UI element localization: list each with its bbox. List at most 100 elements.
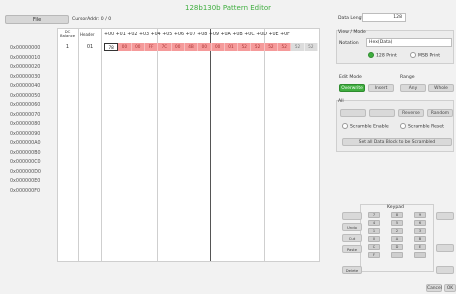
row-header-value[interactable]: 01 bbox=[80, 44, 100, 50]
range-any-button[interactable]: Any bbox=[400, 84, 426, 92]
address-label: 0x00000040 bbox=[10, 84, 41, 89]
keypad-key[interactable]: 2 bbox=[391, 228, 403, 234]
data-row: 78 00 00 FF 7C 00 4B 00 00 01 52 52 52 5… bbox=[104, 43, 318, 51]
notation-select[interactable]: Hex(Data) bbox=[366, 38, 452, 47]
radio-icon bbox=[410, 52, 416, 58]
keypad-key[interactable]: 6 bbox=[414, 220, 426, 226]
keypad-blank-button[interactable] bbox=[342, 212, 362, 220]
reverse-button[interactable]: Reverse bbox=[398, 109, 424, 117]
scramble-reset-option[interactable]: Scramble Reset bbox=[400, 123, 444, 130]
address-label: 0x000000E0 bbox=[10, 179, 41, 184]
overwrite-button[interactable]: Overwrite bbox=[339, 84, 365, 92]
all-blank-button-2[interactable] bbox=[369, 109, 395, 117]
address-label: 0x00000060 bbox=[10, 103, 41, 108]
address-label: 0x000000C0 bbox=[10, 160, 41, 165]
byte-cell[interactable]: 01 bbox=[224, 43, 239, 51]
paste-button[interactable]: Paste bbox=[342, 245, 362, 253]
address-label: 0x000000F0 bbox=[10, 188, 41, 194]
address-label: 0x00000010 bbox=[10, 55, 41, 61]
grid-divider bbox=[210, 29, 211, 261]
keypad-key[interactable]: 5 bbox=[391, 220, 403, 226]
address-label: 0x00000050 bbox=[10, 93, 41, 99]
set-all-scrambled-button[interactable]: Set all Data Block to be Scrambled bbox=[342, 138, 452, 146]
pattern-grid[interactable] bbox=[57, 28, 320, 262]
grid-divider bbox=[157, 29, 158, 261]
byte-cell[interactable]: 00 bbox=[131, 43, 145, 51]
byte-cell[interactable]: 52 bbox=[238, 43, 252, 51]
insert-button[interactable]: Insert bbox=[368, 84, 394, 92]
address-label: 0x000000B0 bbox=[10, 150, 41, 156]
file-button[interactable]: File bbox=[5, 15, 69, 24]
ok-button[interactable]: OK bbox=[444, 284, 456, 292]
byte-cell[interactable]: 00 bbox=[211, 43, 225, 51]
byte-cell[interactable]: 00 bbox=[171, 43, 185, 51]
address-list: 0x00000000 0x00000010 0x00000020 0x00000… bbox=[10, 44, 54, 196]
byte-cell[interactable]: 52 bbox=[278, 43, 292, 51]
byte-cell[interactable]: 4B bbox=[184, 43, 199, 51]
keypad-key[interactable] bbox=[414, 252, 426, 258]
range-title: Range bbox=[400, 75, 415, 80]
keypad-grid: 7 8 9 4 5 6 1 2 3 0 A B C D E F bbox=[368, 212, 428, 258]
keypad-key[interactable]: E bbox=[414, 244, 426, 250]
row-dc-balance: 1 bbox=[65, 44, 70, 50]
data-length-input[interactable]: 128 bbox=[362, 13, 406, 22]
cancel-button[interactable]: Cancel bbox=[426, 284, 442, 292]
keypad-key[interactable]: C bbox=[368, 244, 380, 250]
keypad-key[interactable]: 9 bbox=[414, 212, 426, 218]
address-label: 0x00000090 bbox=[10, 131, 41, 137]
edit-mode-title: Edit Mode bbox=[339, 75, 362, 80]
address-label: 0x00000070 bbox=[10, 112, 41, 118]
header-column-header: Header bbox=[80, 32, 95, 37]
radio-icon bbox=[400, 123, 406, 129]
delete-button[interactable]: Delete bbox=[342, 266, 362, 274]
byte-cell[interactable]: 7C bbox=[158, 43, 172, 51]
keypad-title: Keypad bbox=[387, 205, 404, 210]
all-blank-button-1[interactable] bbox=[340, 109, 366, 117]
keypad-key[interactable]: D bbox=[391, 244, 403, 250]
grid-divider bbox=[101, 29, 102, 261]
byte-cell[interactable]: 00 bbox=[198, 43, 212, 51]
dc-balance-header: DC Balance bbox=[60, 29, 76, 38]
keypad-right-button[interactable] bbox=[436, 266, 454, 274]
keypad-right-button[interactable] bbox=[436, 244, 454, 252]
byte-cell[interactable]: 52 bbox=[291, 43, 305, 51]
cut-button[interactable]: Cut bbox=[342, 234, 362, 242]
undo-button[interactable]: Undo bbox=[342, 223, 362, 231]
random-button[interactable]: Random bbox=[427, 109, 453, 117]
view-mode-title: View / Mode bbox=[338, 30, 366, 35]
grid-divider bbox=[78, 29, 79, 261]
view-option-128[interactable]: 128 Print bbox=[368, 52, 397, 59]
keypad-key[interactable]: 4 bbox=[368, 220, 380, 226]
byte-column-headers: +00 +01 +02 +03 +04 +05 +06 +07 +08 +09 … bbox=[104, 32, 290, 37]
scramble-enable-option[interactable]: Scramble Enable bbox=[342, 123, 389, 130]
range-whole-button[interactable]: Whole bbox=[428, 84, 454, 92]
view-option-msb[interactable]: MSB Print bbox=[410, 52, 440, 59]
address-label: 0x00000020 bbox=[10, 65, 41, 70]
address-label: 0x000000D0 bbox=[10, 169, 41, 175]
notation-label: Notation bbox=[339, 41, 359, 46]
all-section-title: All bbox=[338, 99, 344, 104]
cursor-address: CursorAddr: 0 / 0 bbox=[72, 17, 112, 22]
keypad-key[interactable]: F bbox=[368, 252, 380, 258]
keypad-key[interactable]: 8 bbox=[391, 212, 403, 218]
keypad-key[interactable]: 0 bbox=[368, 236, 380, 242]
byte-cell[interactable]: FF bbox=[144, 43, 159, 51]
keypad-key[interactable]: B bbox=[414, 236, 426, 242]
byte-cell[interactable]: 00 bbox=[118, 43, 132, 51]
editor-title: 128b130b Pattern Editor bbox=[185, 4, 271, 12]
keypad-key[interactable]: A bbox=[391, 236, 403, 242]
byte-cell-selected[interactable]: 78 bbox=[104, 43, 119, 51]
address-label: 0x00000030 bbox=[10, 74, 41, 80]
byte-cell[interactable]: 52 bbox=[264, 43, 279, 51]
radio-selected-icon bbox=[368, 52, 374, 58]
keypad-key[interactable]: 3 bbox=[414, 228, 426, 234]
keypad-key[interactable]: 7 bbox=[368, 212, 380, 218]
keypad-right-button[interactable] bbox=[436, 212, 454, 220]
radio-icon bbox=[342, 123, 348, 129]
keypad-key[interactable]: 1 bbox=[368, 228, 380, 234]
byte-cell[interactable]: 52 bbox=[304, 43, 318, 51]
address-label: 0x00000000 bbox=[10, 46, 41, 51]
byte-cell[interactable]: 52 bbox=[251, 43, 265, 51]
keypad-key[interactable] bbox=[391, 252, 403, 258]
address-label: 0x00000080 bbox=[10, 122, 41, 127]
